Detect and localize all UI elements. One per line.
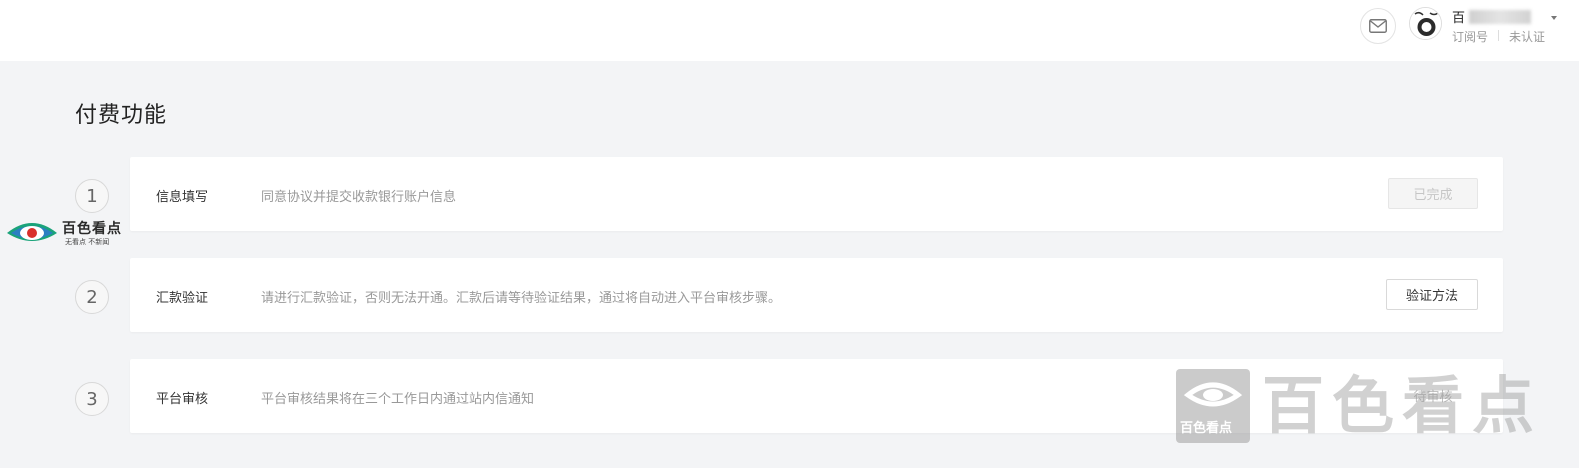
eye-logo-icon: [7, 223, 57, 241]
watermark-box: 百色看点: [1176, 369, 1250, 443]
account-name-text: 百: [1452, 11, 1466, 26]
step-number-3: 3: [75, 382, 109, 416]
account-type: 订阅号: [1452, 30, 1489, 44]
mail-button[interactable]: [1360, 8, 1396, 44]
watermark-brand: 百色看点: [62, 221, 122, 237]
step-card-remittance: 汇款验证 请进行汇款验证，否则无法开通。汇款后请等待验证结果，通过将自动进入平台…: [130, 258, 1503, 332]
avatar-image: [1410, 8, 1441, 39]
step-description: 平台审核结果将在三个工作日内通过站内信通知: [261, 392, 535, 407]
watermark-logo-left: 百色看点 无看点 不新闻: [5, 218, 125, 248]
account-name[interactable]: 百: [1452, 7, 1532, 26]
step-card-info: 信息填写 同意协议并提交收款银行账户信息 已完成: [130, 157, 1503, 231]
redacted-name: [1469, 9, 1532, 24]
chevron-down-icon[interactable]: [1551, 16, 1557, 20]
avatar[interactable]: [1409, 7, 1442, 40]
account-status: 未认证: [1509, 30, 1546, 44]
step-number-2: 2: [75, 280, 109, 314]
watermark-slogan: 无看点 不新闻: [65, 238, 110, 246]
step-description: 请进行汇款验证，否则无法开通。汇款后请等待验证结果，通过将自动进入平台审核步骤。: [261, 291, 782, 306]
watermark-logo-right: 百色看点 百色看点: [1176, 369, 1576, 444]
page-title: 付费功能: [75, 103, 168, 128]
top-bar: 百 订阅号 未认证: [0, 0, 1579, 61]
watermark-brand-large: 百色看点: [1262, 369, 1543, 442]
step-description: 同意协议并提交收款银行账户信息: [261, 190, 457, 205]
divider: [1498, 30, 1499, 41]
step-title: 平台审核: [156, 392, 209, 407]
step-title: 信息填写: [156, 190, 209, 205]
step-title: 汇款验证: [156, 291, 209, 306]
completed-button: 已完成: [1388, 178, 1478, 209]
verify-method-button[interactable]: 验证方法: [1386, 279, 1478, 310]
mail-icon: [1369, 19, 1387, 33]
step-number-1: 1: [75, 179, 109, 213]
swirl-logo-icon: [1183, 382, 1243, 407]
watermark-box-text: 百色看点: [1180, 421, 1233, 436]
